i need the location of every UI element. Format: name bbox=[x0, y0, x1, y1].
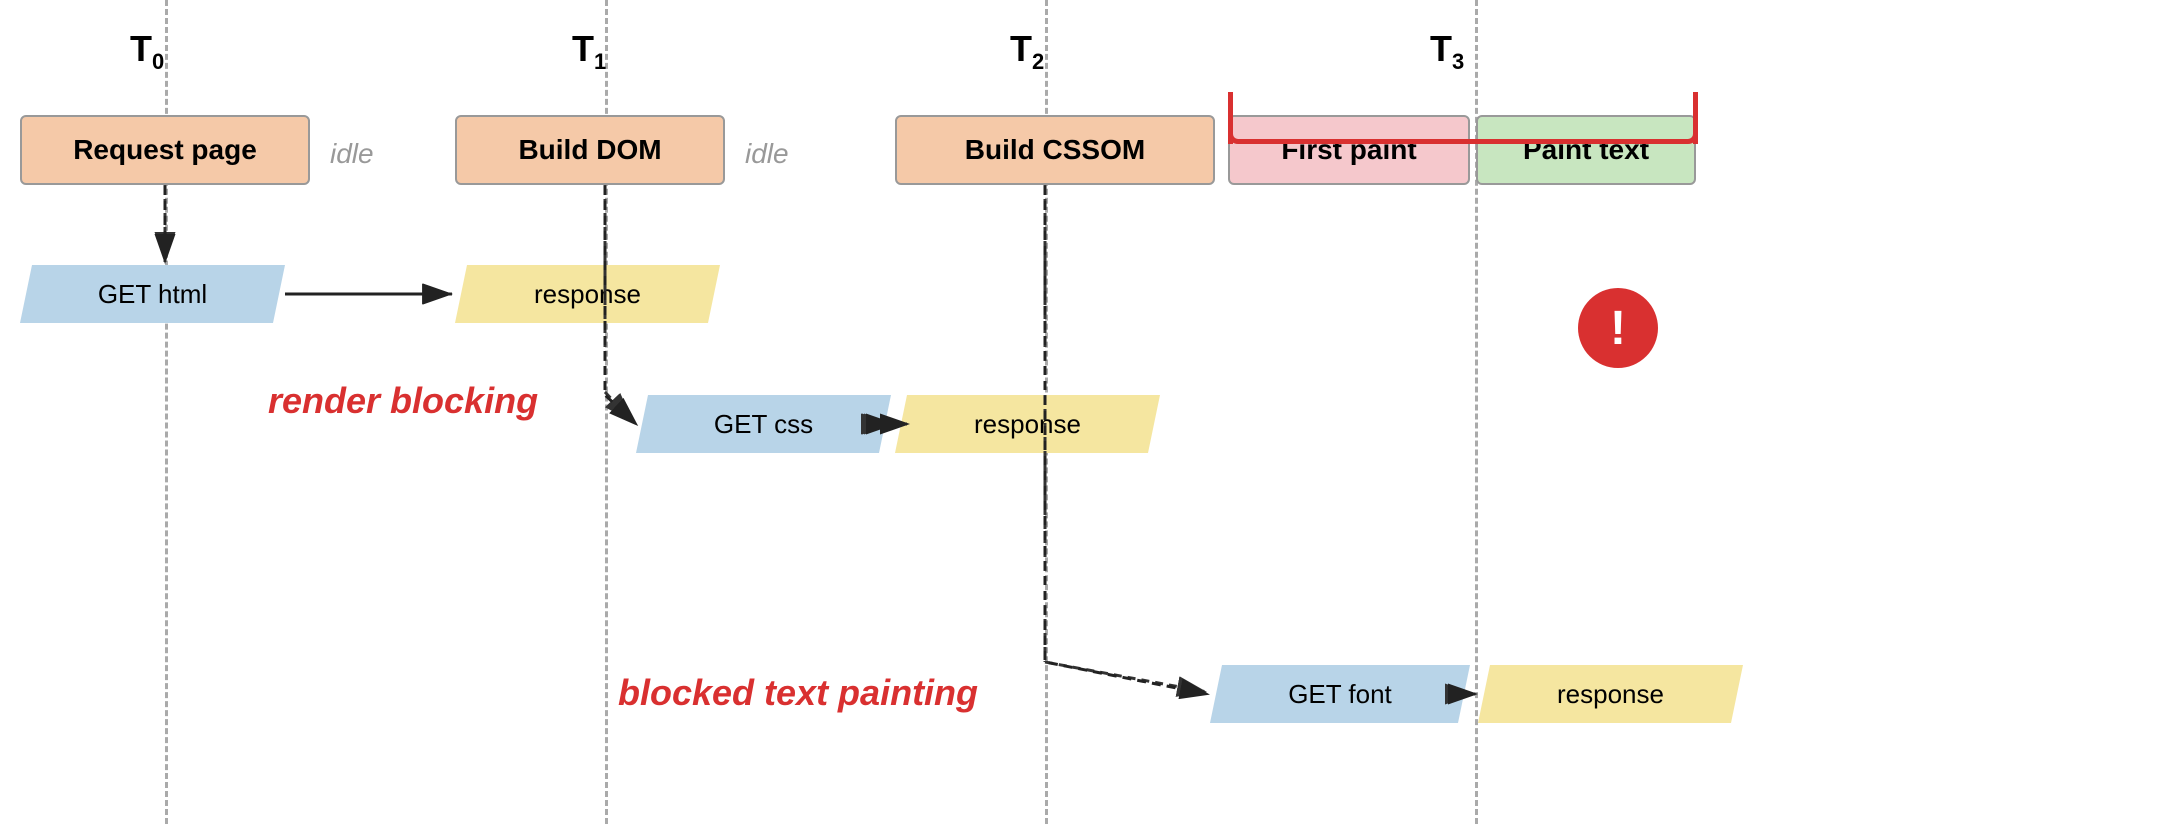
time-label-t1: T1 bbox=[572, 28, 606, 75]
time-label-t3: T3 bbox=[1430, 28, 1464, 75]
idle-label-2: idle bbox=[745, 138, 789, 170]
box-response-html: response bbox=[455, 265, 720, 323]
idle-label-1: idle bbox=[330, 138, 374, 170]
box-get-html: GET html bbox=[20, 265, 285, 323]
time-label-t2: T2 bbox=[1010, 28, 1044, 75]
box-get-css: GET css bbox=[636, 395, 891, 453]
red-bracket bbox=[1228, 92, 1698, 144]
time-label-t0: T0 bbox=[130, 28, 164, 75]
red-bracket-left-arm bbox=[1228, 92, 1233, 144]
box-response-css: response bbox=[895, 395, 1160, 453]
box-response-font: response bbox=[1478, 665, 1743, 723]
diagram: T0 T1 T2 T3 Request page Build DOM Build… bbox=[0, 0, 2177, 824]
box-build-cssom: Build CSSOM bbox=[895, 115, 1215, 185]
box-request-page: Request page bbox=[20, 115, 310, 185]
red-bracket-right-arm bbox=[1693, 92, 1698, 144]
label-render-blocking: render blocking bbox=[268, 380, 538, 422]
error-icon: ! bbox=[1578, 288, 1658, 368]
box-build-dom: Build DOM bbox=[455, 115, 725, 185]
label-blocked-text-painting: blocked text painting bbox=[618, 672, 978, 714]
box-get-font: GET font bbox=[1210, 665, 1470, 723]
